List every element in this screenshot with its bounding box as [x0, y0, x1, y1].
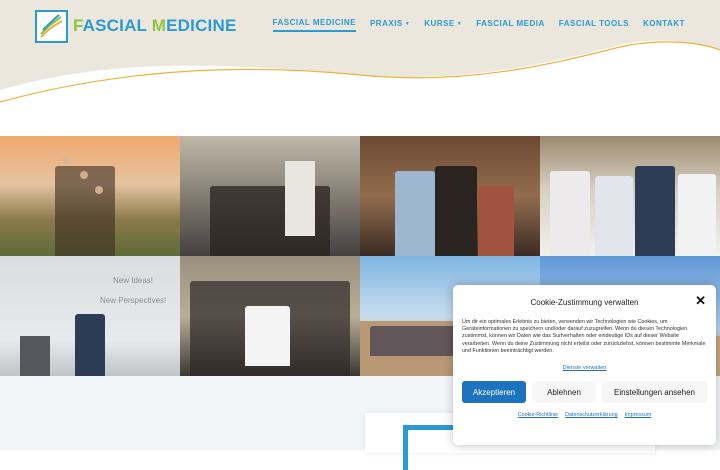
- caret-down-icon: ▼: [404, 20, 411, 27]
- gallery-photo-group-dunes[interactable]: [0, 136, 180, 256]
- main-navigation: FASCIAL MEDICINE PRAXIS ▼ KURSE ▼ FASCIAL …: [272, 18, 685, 32]
- cookie-consent-dialog: Cookie-Zustimmung verwalten ✕ Um dir ein…: [453, 285, 716, 445]
- slide-text-new-perspectives: New Perspectives!: [100, 296, 167, 305]
- site-logo[interactable]: FASCIAL MEDICINE: [35, 7, 236, 45]
- nav-fascial-tools[interactable]: FASCIAL TOOLS: [559, 18, 629, 32]
- cookie-button-row: Akzeptieren Ablehnen Einstellungen anseh…: [462, 381, 707, 404]
- gallery-photo-three-people[interactable]: [360, 136, 540, 256]
- cookie-dialog-text: Um dir ein optimales Erlebnis zu bieten,…: [462, 319, 706, 354]
- privacy-policy-link[interactable]: Datenschutzerklärung: [565, 412, 617, 418]
- fascia-logo-icon: [35, 9, 68, 43]
- cookie-dialog-title: Cookie-Zustimmung verwalten: [530, 298, 639, 307]
- gallery-photo-conference-group[interactable]: [180, 136, 360, 256]
- gallery-photo-four-people[interactable]: [540, 136, 720, 256]
- slide-text-new-ideas: New Ideas!: [113, 276, 154, 285]
- imprint-link[interactable]: Impressum: [625, 412, 652, 418]
- nav-fascial-medicine[interactable]: FASCIAL MEDICINE: [272, 18, 356, 32]
- nav-fascial-media[interactable]: FASCIAL MEDIA: [476, 18, 545, 32]
- gallery-photo-speaker[interactable]: New Ideas! New Perspectives!: [0, 256, 180, 376]
- logo-wordmark: FASCIAL MEDICINE: [73, 16, 237, 35]
- deny-button[interactable]: Ablehnen: [532, 381, 596, 404]
- nav-kurse[interactable]: KURSE ▼: [424, 18, 462, 32]
- site-header: FASCIAL MEDICINE FASCIAL MEDICINE PRAXIS…: [0, 0, 720, 110]
- manage-services-link[interactable]: Dienste verwalten: [462, 365, 707, 371]
- view-settings-button[interactable]: Einstellungen ansehen: [602, 381, 707, 404]
- cookie-footer-links: Cookie-Richtlinie Datenschutzerklärung I…: [462, 412, 707, 418]
- cookie-policy-link[interactable]: Cookie-Richtlinie: [518, 412, 558, 418]
- gallery-photo-group-indoor[interactable]: [180, 256, 360, 376]
- nav-praxis[interactable]: PRAXIS ▼: [370, 18, 410, 32]
- nav-kontakt[interactable]: KONTAKT: [643, 18, 685, 32]
- caret-down-icon: ▼: [456, 20, 463, 27]
- close-icon[interactable]: ✕: [695, 294, 706, 307]
- accept-button[interactable]: Akzeptieren: [462, 381, 526, 404]
